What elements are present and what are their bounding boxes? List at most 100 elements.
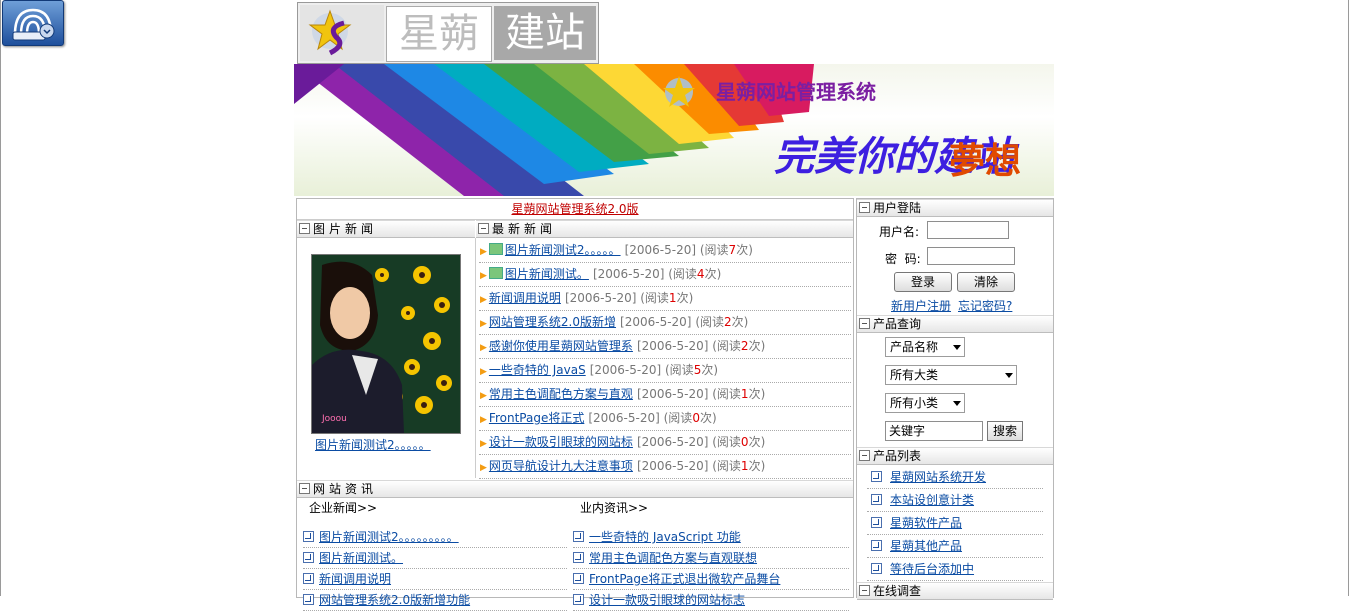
product-query-header: 产品查询 (857, 315, 1053, 333)
latest-news-header: 最新新闻 (476, 220, 853, 238)
news-title-link[interactable]: 图片新闻测试2。。。。。 (505, 243, 621, 257)
username-label: 用户名: (879, 225, 920, 239)
collapse-icon[interactable] (478, 223, 489, 234)
info-row: 图片新闻测试2。。。。。。。。。 (303, 527, 567, 548)
product-link[interactable]: 星蒴其他产品 (890, 539, 962, 553)
info-link[interactable]: 常用主色调配色方案与直观联想 (589, 551, 757, 565)
product-list-item[interactable]: 等待后台添加中 (867, 558, 1043, 581)
chevron-down-icon (953, 401, 961, 406)
news-title-link[interactable]: 网站管理系统2.0版新增 (489, 315, 616, 329)
fingerprint-icon (12, 8, 55, 41)
product-link[interactable]: 等待后台添加中 (890, 562, 974, 576)
username-input[interactable] (927, 221, 1009, 239)
info-link[interactable]: 设计一款吸引眼球的网站标志 (589, 593, 745, 607)
news-title-link[interactable]: 一些奇特的 JavaS (489, 363, 586, 377)
product-list-item[interactable]: 星蒴其他产品 (867, 535, 1043, 558)
arrow-icon: ▶ (480, 391, 487, 401)
info-link[interactable]: 一些奇特的 JavaScript 功能 (589, 530, 741, 544)
news-row: ▶ 图片新闻测试。 [2006-5-20] (阅读4次) (479, 263, 851, 287)
forgot-password-link[interactable]: 忘记密码? (958, 297, 1012, 314)
collapse-icon[interactable] (299, 223, 310, 234)
register-link[interactable]: 新用户注册 (891, 297, 951, 314)
arrow-icon: ▶ (480, 463, 487, 473)
main-content: 星蒴网站管理系统2.0版 图片新闻 Jooou 图片新闻测试2。。。。。 最新新… (296, 198, 854, 611)
survey-header: 在线调查 (857, 582, 1053, 600)
clear-button[interactable]: 清除 (957, 272, 1015, 292)
arrow-icon (303, 573, 314, 584)
collapse-icon[interactable] (859, 585, 870, 596)
news-row: ▶ 网页导航设计九大注意事项 [2006-5-20] (阅读1次) (479, 455, 851, 479)
news-title-link[interactable]: 常用主色调配色方案与直观 (489, 387, 633, 401)
arrow-icon: ▶ (480, 415, 487, 425)
info-link[interactable]: 网站管理系统2.0版新增功能 (319, 593, 470, 607)
site-info-company-label: 企业新闻>> (309, 501, 378, 515)
product-link[interactable]: 本站设创意计类 (890, 493, 974, 507)
pic-news-header: 图片新闻 (297, 220, 475, 238)
arrow-icon (573, 552, 584, 563)
arrow-icon: ▶ (480, 271, 487, 281)
site-logo[interactable]: 星蒴 建站 (297, 2, 599, 64)
info-link[interactable]: FrontPage将正式退出微软产品舞台 (589, 572, 780, 586)
news-meta: [2006-5-20] (阅读2次) (620, 315, 749, 329)
news-row: ▶ 网站管理系统2.0版新增 [2006-5-20] (阅读2次) (479, 311, 851, 335)
news-meta: [2006-5-20] (阅读4次) (592, 267, 722, 281)
news-meta: [2006-5-20] (阅读2次) (636, 339, 766, 353)
info-row: 常用主色调配色方案与直观联想 (573, 548, 849, 569)
arrow-icon (303, 531, 314, 542)
news-meta: [2006-5-20] (阅读5次) (589, 363, 719, 377)
news-meta: [2006-5-20] (阅读0次) (636, 435, 766, 449)
news-title-link[interactable]: 图片新闻测试。 (505, 267, 589, 281)
logo-word-jianzhan: 建站 (494, 6, 596, 60)
info-link[interactable]: 新闻调用说明 (319, 572, 391, 586)
info-link[interactable]: 图片新闻测试2。。。。。。。。。 (319, 530, 459, 544)
product-list-item[interactable]: 本站设创意计类 (867, 489, 1043, 512)
page-container: 星蒴 建站 星蒴网站管理系统 完美你的建站 夢想 星蒴网站管理系统2.0版 图片… (294, 0, 1054, 611)
page-border-right (1348, 0, 1349, 596)
news-meta: [2006-5-20] (阅读1次) (636, 387, 766, 401)
news-title-link[interactable]: 感谢你使用星蒴网站管理系 (489, 339, 633, 353)
collapse-icon[interactable] (859, 318, 870, 329)
pic-news-panel: Jooou 图片新闻测试2。。。。。 (297, 238, 476, 478)
product-list-item[interactable]: 星蒴软件产品 (867, 512, 1043, 535)
news-row: ▶ 感谢你使用星蒴网站管理系 [2006-5-20] (阅读2次) (479, 335, 851, 359)
news-title-link[interactable]: FrontPage将正式 (489, 411, 584, 425)
header-logo-area: 星蒴 建站 (294, 0, 1054, 64)
arrow-icon: ▶ (480, 367, 487, 377)
info-link[interactable]: 图片新闻测试。 (319, 551, 403, 565)
product-link[interactable]: 星蒴网站系统开发 (890, 470, 986, 484)
product-list-item[interactable]: 星蒴网站系统开发 (867, 466, 1043, 489)
arrow-icon: ▶ (480, 439, 487, 449)
login-button[interactable]: 登录 (894, 272, 952, 292)
arrow-icon (871, 494, 882, 505)
arrow-icon (573, 531, 584, 542)
arrow-icon: ▶ (480, 319, 487, 329)
subcategory-select[interactable]: 所有小类 (885, 393, 965, 413)
news-title-link[interactable]: 网页导航设计九大注意事项 (489, 459, 633, 473)
collapse-icon[interactable] (859, 450, 870, 461)
pic-news-photo[interactable]: Jooou (311, 254, 461, 434)
password-label: 密 码: (885, 252, 921, 266)
header-banner: 星蒴网站管理系统 完美你的建站 夢想 (294, 64, 1054, 196)
page-border-left (0, 0, 1, 596)
search-button[interactable]: 搜索 (987, 421, 1023, 441)
info-row: 图片新闻测试。 (303, 548, 567, 569)
field-select[interactable]: 产品名称 (885, 337, 965, 357)
news-title-link[interactable]: 设计一款吸引眼球的网站标 (489, 435, 633, 449)
collapse-icon[interactable] (299, 483, 310, 494)
collapse-icon[interactable] (859, 202, 870, 213)
news-row: ▶ 一些奇特的 JavaS [2006-5-20] (阅读5次) (479, 359, 851, 383)
app-icon[interactable] (2, 0, 64, 46)
arrow-icon: ▶ (480, 343, 487, 353)
product-link[interactable]: 星蒴软件产品 (890, 516, 962, 530)
news-title-link[interactable]: 新闻调用说明 (489, 291, 561, 305)
password-input[interactable] (927, 247, 1015, 265)
news-meta: [2006-5-20] (阅读0次) (588, 411, 717, 425)
keyword-input[interactable]: 关键字 (885, 421, 983, 441)
logo-word-xingshuo: 星蒴 (386, 6, 492, 62)
banner-slogan-dream: 夢想 (949, 140, 1022, 182)
category-select[interactable]: 所有大类 (885, 365, 1017, 385)
version-link[interactable]: 星蒴网站管理系统2.0版 (511, 202, 638, 216)
svg-text:Jooou: Jooou (321, 414, 347, 424)
arrow-icon (871, 563, 882, 574)
pic-news-caption[interactable]: 图片新闻测试2。。。。。 (315, 436, 431, 453)
